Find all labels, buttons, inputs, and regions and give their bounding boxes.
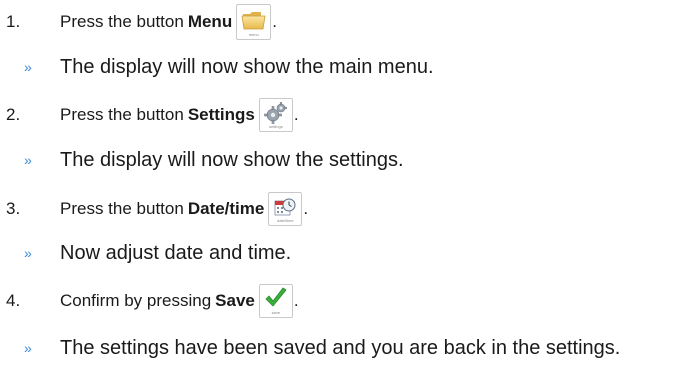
button-caption: save <box>271 310 281 315</box>
step-number: 1. <box>6 12 21 31</box>
step-number: 3. <box>6 199 21 218</box>
save-button[interactable]: save <box>258 284 293 318</box>
step-instruction: Press the button Date/time date/time . <box>60 189 308 229</box>
instruction-text: Confirm by pressing <box>60 291 212 310</box>
settings-button[interactable]: settings <box>258 98 293 132</box>
bullet-icon: » <box>24 245 32 261</box>
button-caption: menu <box>248 32 259 37</box>
result-1: » The display will now show the main men… <box>0 47 676 87</box>
button-name: Save <box>215 291 255 310</box>
result-3: » Now adjust date and time. <box>0 233 676 273</box>
checkmark-icon <box>265 287 287 307</box>
period: . <box>272 12 277 31</box>
button-name: Date/time <box>187 199 265 218</box>
result-2: » The display will now show the settings… <box>0 140 676 180</box>
gear-icon <box>264 102 287 124</box>
button-name: Settings <box>187 105 255 124</box>
bullet-icon: » <box>24 340 32 356</box>
result-text: The display will now show the settings. <box>60 149 404 171</box>
button-caption: date/time <box>277 218 294 223</box>
step-instruction: Press the button Menu menu . <box>60 2 277 42</box>
step-instruction: Confirm by pressing Save save . <box>60 281 299 321</box>
instruction-text: Press the button <box>60 199 184 218</box>
result-4: » The settings have been saved and you a… <box>0 328 676 368</box>
step-number: 2. <box>6 105 21 124</box>
period: . <box>303 199 309 218</box>
instruction-text: Press the button <box>60 105 184 124</box>
step-number: 4. <box>6 291 21 310</box>
period: . <box>293 105 299 124</box>
period: . <box>293 291 299 310</box>
result-text: Now adjust date and time. <box>60 242 292 264</box>
result-text: The display will now show the main menu. <box>60 56 434 78</box>
calendar-clock-icon <box>274 198 296 216</box>
result-text: The settings have been saved and you are… <box>60 337 621 359</box>
button-name: Menu <box>187 12 233 31</box>
date-time-button[interactable]: date/time <box>268 192 303 226</box>
folder-icon <box>241 12 266 30</box>
step-instruction: Press the button Settings settings . <box>60 95 299 135</box>
button-caption: settings <box>268 124 283 129</box>
bullet-icon: » <box>24 152 32 168</box>
instruction-text: Press the button <box>60 12 184 31</box>
menu-button[interactable]: menu <box>236 4 272 40</box>
bullet-icon: » <box>24 59 32 75</box>
